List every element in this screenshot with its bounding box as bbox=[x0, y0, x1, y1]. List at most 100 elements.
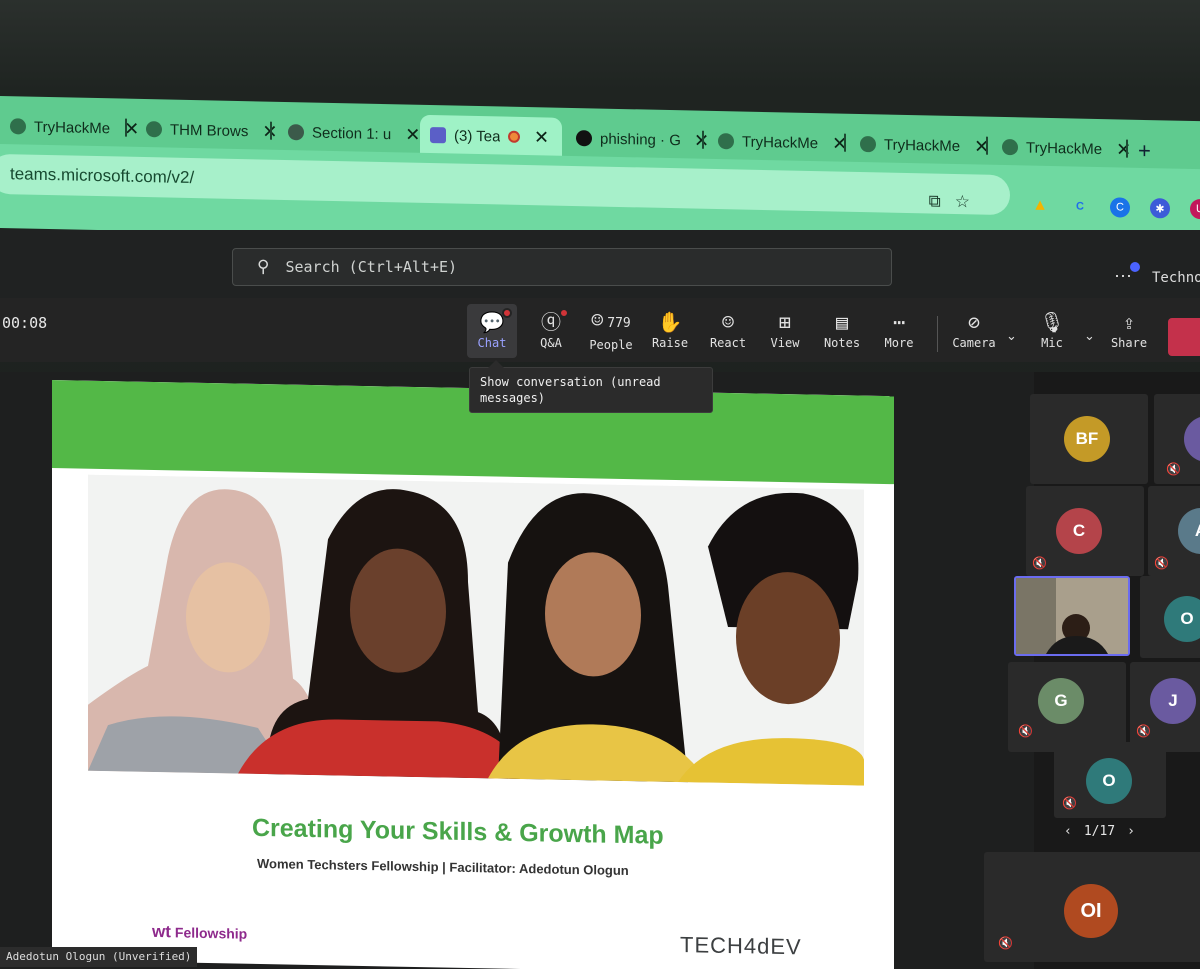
participant-tile[interactable]: BF bbox=[1030, 394, 1148, 484]
slide-photo bbox=[88, 474, 864, 786]
hand-icon: ✋ bbox=[657, 310, 683, 334]
slide-title: Creating Your Skills & Growth Map bbox=[252, 813, 664, 850]
bookmark-star-icon[interactable]: ☆ bbox=[955, 192, 970, 212]
mic-off-icon: 🔇 bbox=[1032, 556, 1047, 570]
avatar: A bbox=[1178, 508, 1200, 554]
screen: TryHackMe ✕ THM Brows ✕ Section 1: u ✕ (… bbox=[0, 0, 1200, 969]
thm-favicon bbox=[718, 133, 734, 150]
chat-icon: 💬 bbox=[480, 308, 513, 332]
mic-off-icon: 🔇 bbox=[998, 936, 1013, 950]
slide-subtitle: Women Techsters Fellowship | Facilitator… bbox=[257, 855, 629, 879]
participant-tile[interactable]: J 🔇 bbox=[1130, 662, 1200, 752]
share-icon: ⇪ bbox=[1122, 310, 1136, 334]
extension-gear-icon[interactable]: ✱ bbox=[1150, 198, 1170, 219]
mic-off-icon: 🔇 bbox=[1018, 724, 1033, 738]
react-button[interactable]: ☺ React bbox=[708, 304, 748, 358]
teams-icon bbox=[430, 127, 446, 144]
presenter-label: Adedotun Ologun (Unverified) bbox=[0, 947, 198, 967]
tab-separator bbox=[1126, 139, 1128, 158]
extension-c-icon[interactable]: C bbox=[1070, 196, 1090, 216]
unread-badge bbox=[559, 308, 569, 318]
thm-favicon bbox=[860, 136, 876, 153]
participant-tile[interactable]: 🔇 bbox=[1154, 394, 1200, 484]
recording-icon bbox=[508, 130, 520, 143]
more-button[interactable]: ⋯ More bbox=[882, 304, 916, 358]
browser-tab-active[interactable]: (3) Tea ✕ bbox=[420, 114, 562, 158]
close-icon[interactable]: ✕ bbox=[405, 124, 420, 145]
more-options-icon[interactable]: ⋯ bbox=[1114, 266, 1132, 287]
toolbar-divider bbox=[937, 316, 938, 352]
participant-tile[interactable]: G 🔇 bbox=[1008, 662, 1126, 752]
tab-separator bbox=[844, 133, 846, 152]
view-button[interactable]: ⊞ View bbox=[768, 304, 802, 358]
qa-button[interactable]: ⓠ Q&A bbox=[536, 304, 569, 358]
close-icon[interactable]: ✕ bbox=[534, 127, 549, 148]
org-name[interactable]: Techno bbox=[1152, 270, 1200, 286]
chevron-left-icon[interactable]: ‹ bbox=[1064, 824, 1072, 839]
meeting-timer: 00:08 bbox=[2, 314, 48, 332]
mic-off-icon: 🔇 bbox=[1062, 796, 1077, 810]
qa-icon: ⓠ bbox=[541, 308, 569, 332]
thm-favicon bbox=[10, 118, 26, 135]
share-button[interactable]: ⇪ Share bbox=[1110, 304, 1148, 358]
extension-c-circle-icon[interactable]: C bbox=[1110, 197, 1130, 218]
search-input[interactable]: ⚲ Search (Ctrl+Alt+E) bbox=[232, 248, 892, 286]
tab-separator bbox=[986, 136, 988, 155]
chat-button[interactable]: 💬 Chat bbox=[467, 304, 517, 358]
leave-button[interactable] bbox=[1168, 318, 1200, 356]
participant-pager: ‹ 1/17 › bbox=[1064, 824, 1135, 839]
tab-separator bbox=[702, 130, 704, 149]
tech4dev-logo: TECH4dEV bbox=[680, 932, 802, 960]
avatar: OI bbox=[1064, 884, 1118, 938]
chat-tooltip: Show conversation (unread messages) bbox=[469, 360, 713, 413]
profile-avatar-icon[interactable]: U bbox=[1190, 198, 1200, 220]
avatar: BF bbox=[1064, 416, 1110, 462]
notification-dot bbox=[1130, 262, 1140, 272]
people-icon: ☺ 779 bbox=[591, 308, 631, 332]
browser-tab[interactable]: phishing · G ✕ bbox=[566, 118, 719, 161]
github-icon bbox=[576, 130, 592, 147]
search-icon: ⚲ bbox=[257, 257, 270, 277]
camera-button[interactable]: ⊘ Camera bbox=[952, 304, 996, 358]
webcam-video bbox=[1016, 578, 1128, 654]
notes-button[interactable]: ▤ Notes bbox=[822, 304, 862, 358]
google-drive-icon[interactable]: ▲ bbox=[1030, 196, 1050, 216]
install-app-icon[interactable]: ⧉ bbox=[929, 191, 941, 211]
raise-hand-button[interactable]: ✋ Raise bbox=[650, 304, 690, 358]
chevron-down-icon[interactable]: ⌄ bbox=[1006, 328, 1017, 344]
close-icon[interactable]: ✕ bbox=[1116, 139, 1131, 160]
tab-separator bbox=[125, 118, 127, 137]
avatar: G bbox=[1038, 678, 1084, 724]
browser-tab[interactable]: TryHackMe ✕ bbox=[708, 121, 857, 164]
participant-tile[interactable]: A 🔇 bbox=[1148, 486, 1200, 576]
grid-icon: ⊞ bbox=[778, 310, 792, 334]
avatar bbox=[1184, 416, 1200, 462]
browser-tab[interactable]: TryHackMe ✕ bbox=[850, 124, 999, 167]
participants-panel: BF 🔇 C 🔇 A 🔇 O G 🔇 bbox=[984, 372, 1200, 969]
ellipsis-icon: ⋯ bbox=[892, 310, 906, 334]
chevron-down-icon[interactable]: ⌄ bbox=[1084, 328, 1095, 344]
browser-tab[interactable]: TryHackMe ✕ bbox=[992, 127, 1141, 170]
avatar: O bbox=[1086, 758, 1132, 804]
wt-fellowship-logo: wt Fellowship bbox=[152, 921, 248, 942]
browser-tab[interactable]: Section 1: u ✕ bbox=[278, 112, 430, 155]
participant-video-tile[interactable] bbox=[1014, 576, 1130, 656]
participant-tile[interactable]: O bbox=[1140, 576, 1200, 658]
thm-favicon bbox=[1002, 138, 1018, 156]
shared-slide: Creating Your Skills & Growth Map Women … bbox=[52, 380, 894, 969]
unread-badge bbox=[502, 308, 513, 318]
address-bar[interactable]: teams.microsoft.com/v2/ ⧉ ☆ bbox=[0, 153, 1010, 216]
participant-tile[interactable]: O 🔇 bbox=[1054, 742, 1166, 818]
participant-tile-active-speaker[interactable]: OI 🔇 bbox=[984, 852, 1200, 962]
browser-tab[interactable]: THM Brows ✕ bbox=[136, 109, 287, 152]
avatar: J bbox=[1150, 678, 1196, 724]
mic-button[interactable]: 🎙 Mic bbox=[1039, 304, 1065, 358]
new-tab-button[interactable]: + bbox=[1138, 138, 1151, 164]
people-button[interactable]: ☺ 779 People bbox=[586, 304, 636, 358]
mic-off-icon: 🎙 bbox=[1039, 310, 1065, 334]
chevron-right-icon[interactable]: › bbox=[1127, 824, 1135, 839]
mic-off-icon: 🔇 bbox=[1166, 462, 1181, 476]
globe-icon bbox=[288, 124, 304, 141]
participant-tile[interactable]: C 🔇 bbox=[1026, 486, 1144, 576]
extensions-bar: ▲ C C ✱ U bbox=[1030, 196, 1200, 220]
